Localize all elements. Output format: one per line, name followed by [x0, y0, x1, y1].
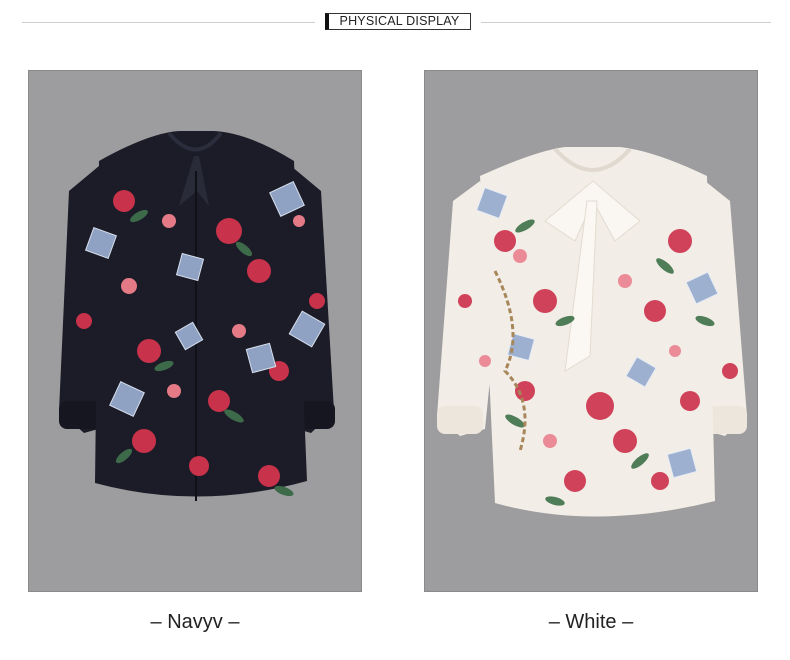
- product-photo-navy[interactable]: [28, 70, 362, 592]
- section-header: PHYSICAL DISPLAY: [0, 0, 790, 44]
- header-divider-left: [22, 22, 315, 23]
- white-blouse-image: [437, 147, 747, 517]
- section-title: PHYSICAL DISPLAY: [325, 13, 471, 30]
- product-caption-white: – White –: [548, 611, 634, 633]
- header-divider-right: [481, 22, 771, 23]
- navy-blouse-image: [59, 131, 335, 501]
- product-caption-navy: – Navyv –: [150, 611, 240, 633]
- product-photo-white[interactable]: [424, 70, 758, 592]
